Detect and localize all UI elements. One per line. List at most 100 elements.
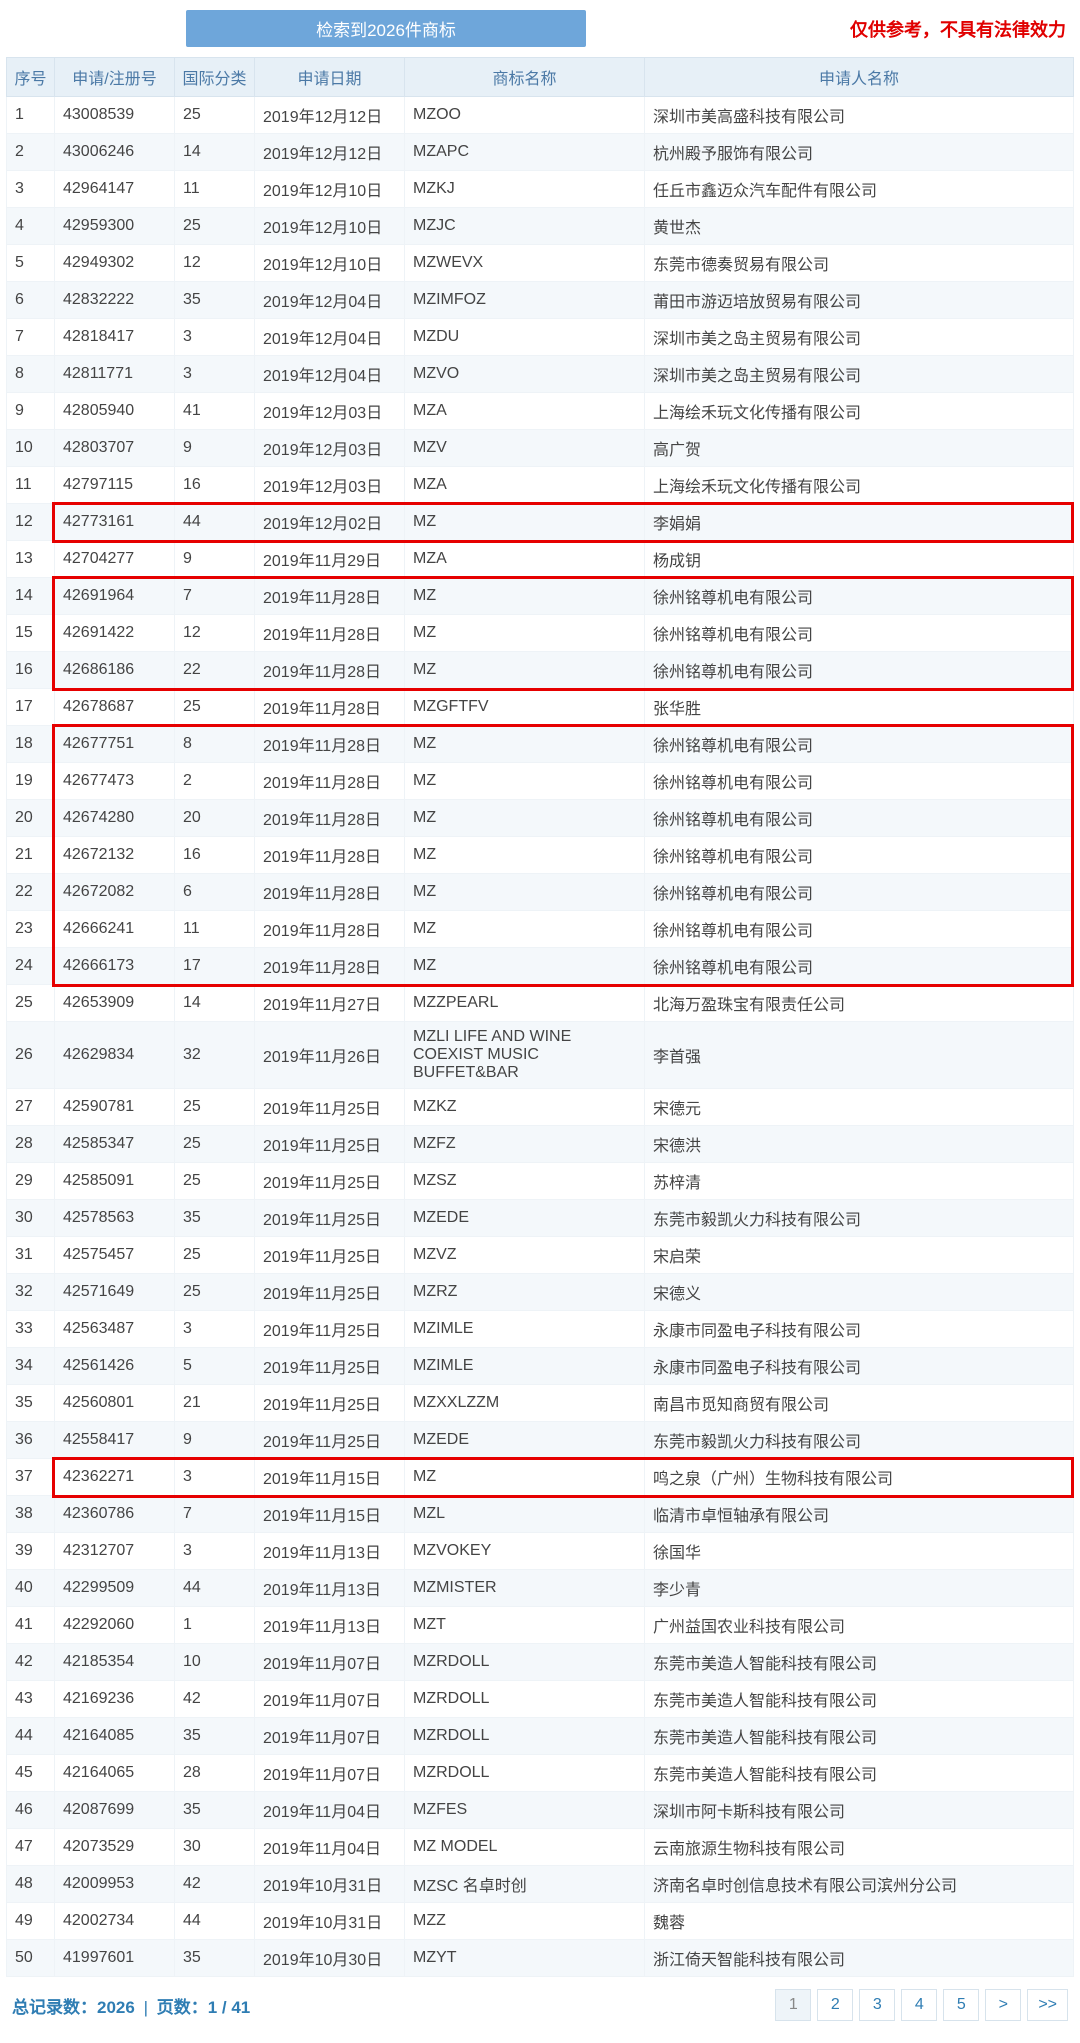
- cell-reg[interactable]: 42185354: [55, 1644, 175, 1681]
- cell-name[interactable]: MZRDOLL: [405, 1755, 645, 1792]
- cell-name[interactable]: MZAPC: [405, 134, 645, 171]
- cell-name[interactable]: MZVOKEY: [405, 1533, 645, 1570]
- cell-reg[interactable]: 42666173: [55, 948, 175, 985]
- cell-reg[interactable]: 42002734: [55, 1903, 175, 1940]
- cell-name[interactable]: MZGFTFV: [405, 689, 645, 726]
- col-date[interactable]: 申请日期: [255, 58, 405, 97]
- cell-reg[interactable]: 42677473: [55, 763, 175, 800]
- cell-name[interactable]: MZA: [405, 467, 645, 504]
- cell-name[interactable]: MZ: [405, 874, 645, 911]
- cell-reg[interactable]: 42674280: [55, 800, 175, 837]
- cell-reg[interactable]: 42797115: [55, 467, 175, 504]
- cell-name[interactable]: MZ: [405, 504, 645, 541]
- cell-reg[interactable]: 42299509: [55, 1570, 175, 1607]
- cell-reg[interactable]: 42563487: [55, 1311, 175, 1348]
- cell-name[interactable]: MZXXLZZM: [405, 1385, 645, 1422]
- cell-name[interactable]: MZFZ: [405, 1126, 645, 1163]
- cell-name[interactable]: MZDU: [405, 319, 645, 356]
- cell-reg[interactable]: 42073529: [55, 1829, 175, 1866]
- cell-reg[interactable]: 42575457: [55, 1237, 175, 1274]
- cell-reg[interactable]: 42653909: [55, 985, 175, 1022]
- cell-name[interactable]: MZEDE: [405, 1422, 645, 1459]
- cell-name[interactable]: MZZPEARL: [405, 985, 645, 1022]
- pager-item[interactable]: >: [985, 1989, 1021, 2021]
- cell-name[interactable]: MZRZ: [405, 1274, 645, 1311]
- cell-name[interactable]: MZJC: [405, 208, 645, 245]
- cell-name[interactable]: MZVZ: [405, 1237, 645, 1274]
- cell-reg[interactable]: 42811771: [55, 356, 175, 393]
- cell-reg[interactable]: 42818417: [55, 319, 175, 356]
- cell-name[interactable]: MZ: [405, 948, 645, 985]
- cell-reg[interactable]: 41997601: [55, 1940, 175, 1977]
- cell-name[interactable]: MZ: [405, 911, 645, 948]
- cell-reg[interactable]: 42164065: [55, 1755, 175, 1792]
- cell-reg[interactable]: 42558417: [55, 1422, 175, 1459]
- cell-reg[interactable]: 42691964: [55, 578, 175, 615]
- pager-item[interactable]: 4: [901, 1989, 937, 2021]
- cell-name[interactable]: MZ: [405, 652, 645, 689]
- cell-name[interactable]: MZV: [405, 430, 645, 467]
- cell-reg[interactable]: 42704277: [55, 541, 175, 578]
- cell-reg[interactable]: 43006246: [55, 134, 175, 171]
- cell-name[interactable]: MZSZ: [405, 1163, 645, 1200]
- cell-reg[interactable]: 42292060: [55, 1607, 175, 1644]
- col-reg[interactable]: 申请/注册号: [55, 58, 175, 97]
- cell-name[interactable]: MZZ: [405, 1903, 645, 1940]
- cell-reg[interactable]: 42832222: [55, 282, 175, 319]
- cell-reg[interactable]: 42009953: [55, 1866, 175, 1903]
- cell-name[interactable]: MZEDE: [405, 1200, 645, 1237]
- cell-reg[interactable]: 42666241: [55, 911, 175, 948]
- cell-reg[interactable]: 42964147: [55, 171, 175, 208]
- col-owner[interactable]: 申请人名称: [645, 58, 1074, 97]
- cell-reg[interactable]: 42691422: [55, 615, 175, 652]
- col-cls[interactable]: 国际分类: [175, 58, 255, 97]
- cell-reg[interactable]: 42561426: [55, 1348, 175, 1385]
- cell-name[interactable]: MZA: [405, 541, 645, 578]
- pager-item[interactable]: 3: [859, 1989, 895, 2021]
- cell-reg[interactable]: 42672082: [55, 874, 175, 911]
- cell-name[interactable]: MZOO: [405, 97, 645, 134]
- cell-name[interactable]: MZSC 名卓时创: [405, 1866, 645, 1903]
- cell-name[interactable]: MZKJ: [405, 171, 645, 208]
- cell-name[interactable]: MZIMLE: [405, 1348, 645, 1385]
- cell-reg[interactable]: 42585347: [55, 1126, 175, 1163]
- cell-reg[interactable]: 42590781: [55, 1089, 175, 1126]
- cell-reg[interactable]: 42169236: [55, 1681, 175, 1718]
- cell-name[interactable]: MZ: [405, 726, 645, 763]
- cell-reg[interactable]: 42571649: [55, 1274, 175, 1311]
- cell-name[interactable]: MZT: [405, 1607, 645, 1644]
- cell-reg[interactable]: 42312707: [55, 1533, 175, 1570]
- cell-reg[interactable]: 42578563: [55, 1200, 175, 1237]
- cell-name[interactable]: MZL: [405, 1496, 645, 1533]
- cell-name[interactable]: MZVO: [405, 356, 645, 393]
- cell-reg[interactable]: 42677751: [55, 726, 175, 763]
- cell-name[interactable]: MZMISTER: [405, 1570, 645, 1607]
- cell-reg[interactable]: 42959300: [55, 208, 175, 245]
- cell-name[interactable]: MZRDOLL: [405, 1681, 645, 1718]
- cell-name[interactable]: MZ: [405, 578, 645, 615]
- cell-name[interactable]: MZ MODEL: [405, 1829, 645, 1866]
- cell-name[interactable]: MZ: [405, 837, 645, 874]
- cell-reg[interactable]: 42672132: [55, 837, 175, 874]
- pager-item[interactable]: 2: [817, 1989, 853, 2021]
- cell-reg[interactable]: 42585091: [55, 1163, 175, 1200]
- cell-name[interactable]: MZKZ: [405, 1089, 645, 1126]
- cell-name[interactable]: MZ: [405, 1459, 645, 1496]
- cell-reg[interactable]: 42164085: [55, 1718, 175, 1755]
- cell-name[interactable]: MZIMLE: [405, 1311, 645, 1348]
- cell-name[interactable]: MZIMFOZ: [405, 282, 645, 319]
- cell-name[interactable]: MZWEVX: [405, 245, 645, 282]
- cell-name[interactable]: MZRDOLL: [405, 1644, 645, 1681]
- cell-reg[interactable]: 42686186: [55, 652, 175, 689]
- cell-reg[interactable]: 42087699: [55, 1792, 175, 1829]
- cell-name[interactable]: MZLI LIFE AND WINE COEXIST MUSIC BUFFET&…: [405, 1022, 645, 1089]
- cell-reg[interactable]: 42803707: [55, 430, 175, 467]
- pager-item[interactable]: 5: [943, 1989, 979, 2021]
- cell-reg[interactable]: 42629834: [55, 1022, 175, 1089]
- cell-name[interactable]: MZFES: [405, 1792, 645, 1829]
- cell-name[interactable]: MZYT: [405, 1940, 645, 1977]
- cell-reg[interactable]: 42805940: [55, 393, 175, 430]
- cell-reg[interactable]: 42362271: [55, 1459, 175, 1496]
- col-seq[interactable]: 序号: [7, 58, 55, 97]
- cell-reg[interactable]: 42360786: [55, 1496, 175, 1533]
